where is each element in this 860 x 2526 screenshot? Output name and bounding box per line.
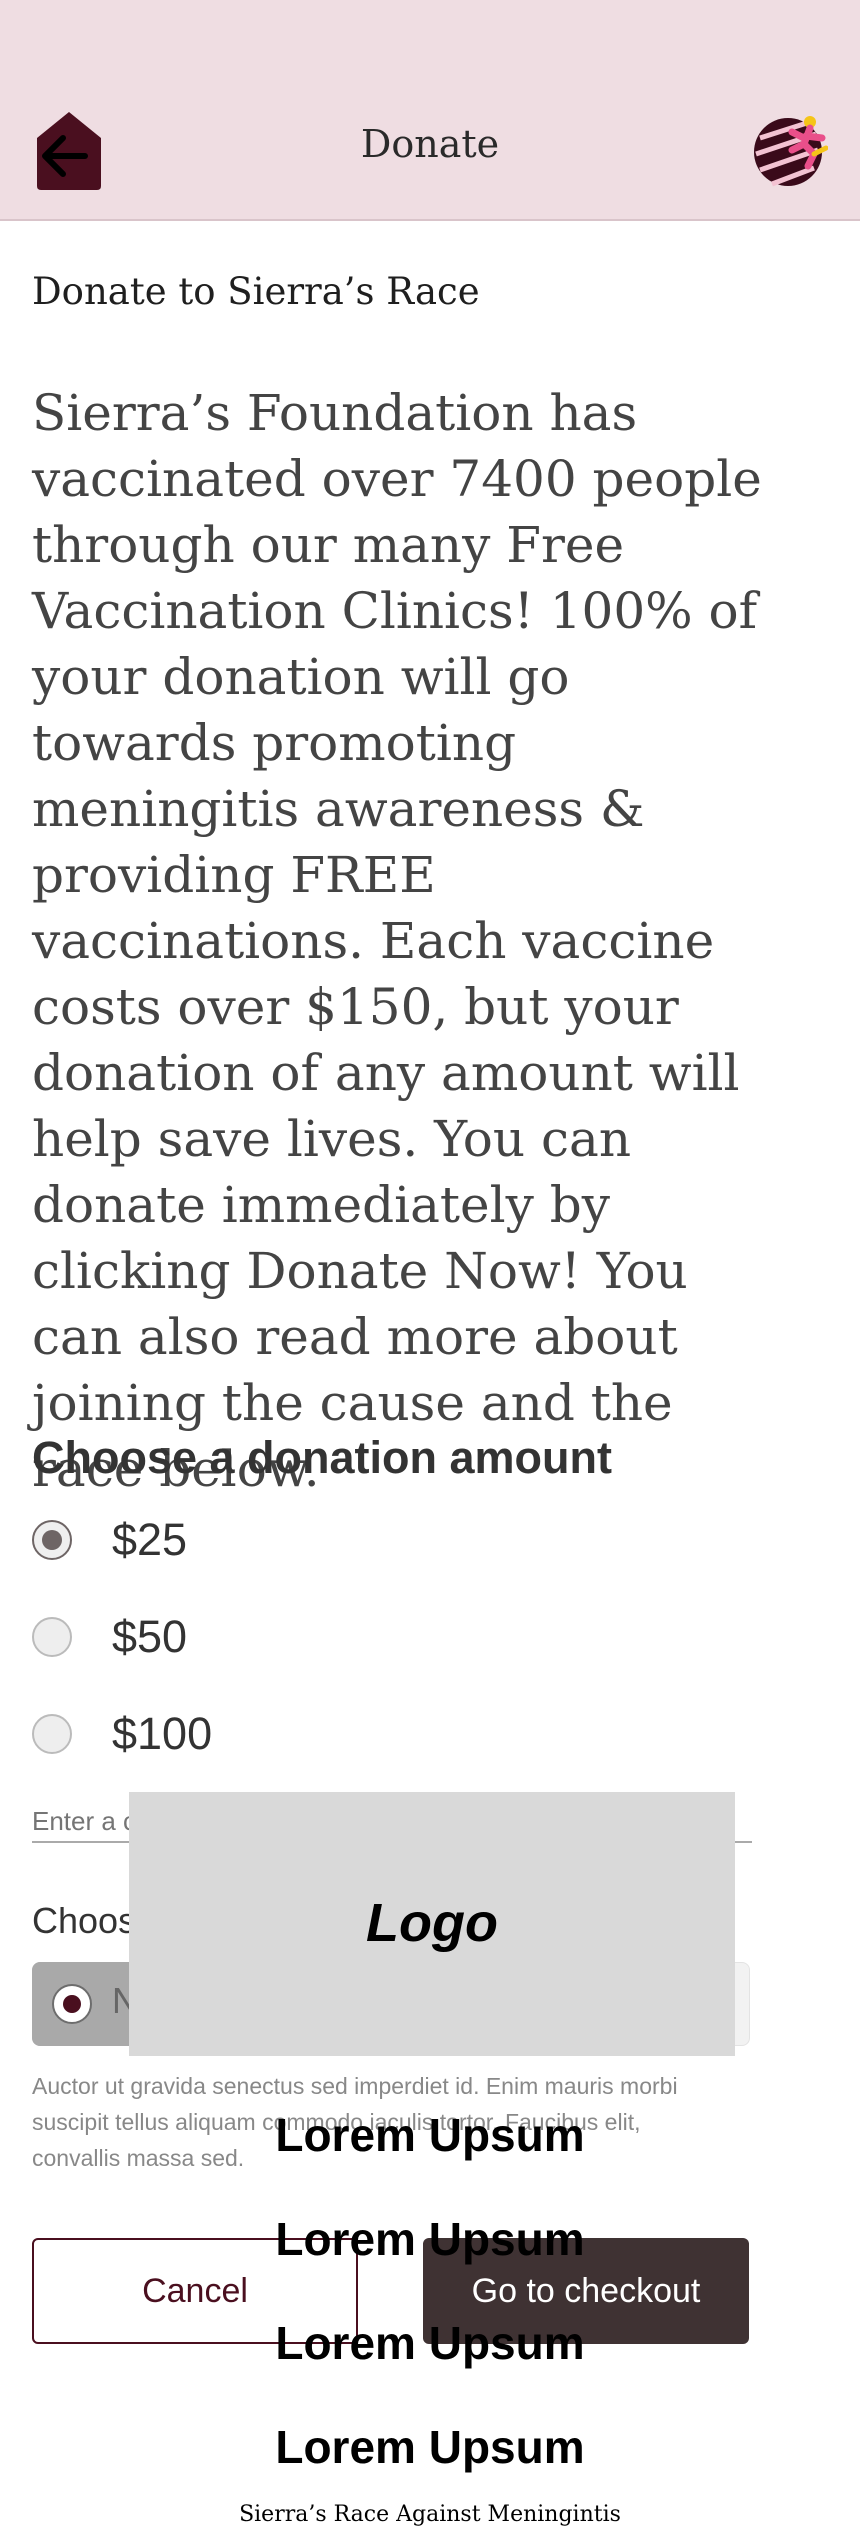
amount-label: $25 [112, 1514, 188, 1565]
donation-description: Sierra’s Foundation has vaccinated over … [32, 384, 762, 1498]
amount-label: $100 [112, 1708, 213, 1759]
runner-logo-icon [754, 116, 829, 187]
radio-button[interactable] [52, 1984, 92, 2024]
amount-option-25[interactable]: $25 [32, 1510, 187, 1570]
menu-item[interactable]: Lorem Upsum [0, 2212, 860, 2266]
radio-button[interactable] [32, 1520, 72, 1560]
menu-item[interactable]: Lorem Upsum [0, 2316, 860, 2370]
menu-item[interactable]: Lorem Upsum [0, 2420, 860, 2474]
avatar[interactable] [752, 108, 829, 194]
app-header: Donate [0, 0, 860, 221]
amount-label: $50 [112, 1611, 188, 1662]
amount-option-50[interactable]: $50 [32, 1607, 187, 1667]
choose-label: Choos [32, 1900, 137, 1941]
footer-caption: Sierra’s Race Against Meningintis [239, 2502, 621, 2526]
radio-button[interactable] [32, 1714, 72, 1754]
amount-option-100[interactable]: $100 [32, 1704, 212, 1764]
page-title: Donate [360, 122, 500, 166]
section-heading: Donate to Sierra’s Race [32, 270, 480, 313]
menu-item[interactable]: Lorem Upsum [0, 2108, 860, 2162]
donation-amount-title: Choose a donation amount [32, 1432, 612, 1483]
logo-placeholder: Logo [129, 1792, 735, 2056]
radio-button[interactable] [32, 1617, 72, 1657]
logo: Logo [366, 1893, 498, 1953]
